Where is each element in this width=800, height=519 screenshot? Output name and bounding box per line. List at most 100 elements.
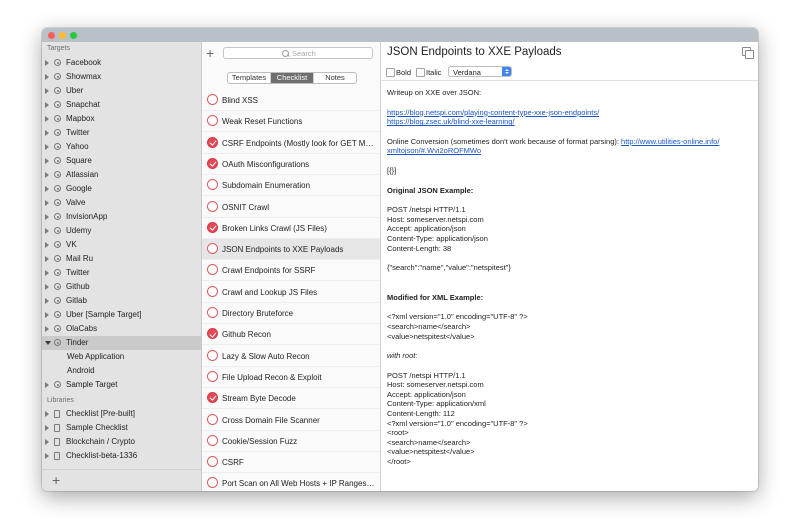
unchecked-circle-icon[interactable] (207, 243, 218, 255)
disclosure-icon[interactable] (45, 298, 49, 304)
bold-checkbox[interactable] (386, 68, 395, 77)
sidebar-target-item[interactable]: VK (42, 238, 201, 252)
checked-circle-icon[interactable] (207, 221, 218, 233)
sidebar-target-item[interactable]: InvisionApp (42, 210, 201, 224)
checklist-item[interactable]: JSON Endpoints to XXE Payloads (202, 239, 380, 261)
sidebar-target-item[interactable]: Udemy (42, 224, 201, 238)
unchecked-circle-icon[interactable] (207, 434, 218, 446)
disclosure-icon[interactable] (45, 439, 49, 445)
sidebar-library-item[interactable]: Checklist [Pre-built] (42, 407, 201, 421)
disclosure-icon[interactable] (45, 214, 49, 220)
disclosure-icon[interactable] (45, 425, 49, 431)
minimize-window-button[interactable] (59, 31, 66, 39)
checklist-item[interactable]: Subdomain Enumeration (202, 175, 380, 197)
add-target-button[interactable]: + (52, 473, 60, 487)
sidebar-subitem[interactable]: Web Application (42, 350, 201, 364)
checklist-item[interactable]: Directory Bruteforce (202, 303, 380, 324)
sidebar-target-item[interactable]: Tinder (42, 336, 201, 350)
disclosure-icon[interactable] (45, 411, 49, 417)
checklist-item[interactable]: Github Recon (202, 324, 380, 346)
disclosure-icon[interactable] (45, 158, 49, 164)
disclosure-icon[interactable] (45, 116, 49, 122)
unchecked-circle-icon[interactable] (207, 307, 218, 318)
unchecked-circle-icon[interactable] (207, 200, 218, 212)
checked-circle-icon[interactable] (207, 157, 218, 169)
sidebar-target-item[interactable]: Facebook (42, 56, 201, 70)
checklist-item[interactable]: File Upload Recon & Exploit (202, 367, 380, 388)
sidebar-library-item[interactable]: Checklist-beta-1336 (42, 449, 201, 463)
disclosure-icon[interactable] (45, 74, 49, 80)
unchecked-circle-icon[interactable] (207, 94, 218, 105)
disclosure-icon[interactable] (45, 60, 49, 66)
disclosure-icon[interactable] (45, 270, 49, 276)
link-zsec[interactable]: https://blog.zsec.uk/blind-xxe-learning/ (387, 117, 515, 126)
unchecked-circle-icon[interactable] (207, 349, 218, 361)
checklist-item[interactable]: Crawl Endpoints for SSRF (202, 260, 380, 282)
checked-circle-icon[interactable] (207, 392, 218, 404)
sidebar-target-item[interactable]: Twitter (42, 126, 201, 140)
disclosure-icon[interactable] (45, 102, 49, 108)
unchecked-circle-icon[interactable] (207, 285, 218, 297)
checklist-item[interactable]: Blind XSS (202, 90, 380, 111)
unchecked-circle-icon[interactable] (207, 264, 218, 276)
link-utilities-online-cont[interactable]: xmltojson/#.Wvi2oROFMWo (387, 146, 481, 155)
sidebar-target-item[interactable]: Atlassian (42, 168, 201, 182)
disclosure-icon[interactable] (45, 284, 49, 290)
checklist-item[interactable]: Crawl and Lookup JS Files (202, 282, 380, 303)
sidebar-target-item[interactable]: OlaCabs (42, 322, 201, 336)
disclosure-icon[interactable] (45, 256, 49, 262)
disclosure-icon[interactable] (45, 130, 49, 136)
link-netspi[interactable]: https://blog.netspi.com/playing-content-… (387, 108, 599, 117)
disclosure-open-icon[interactable] (45, 341, 51, 345)
tab-notes[interactable]: Notes (314, 73, 356, 83)
note-body[interactable]: Writeup on XXE over JSON: https://blog.n… (387, 88, 752, 467)
unchecked-circle-icon[interactable] (207, 179, 218, 191)
disclosure-icon[interactable] (45, 453, 49, 459)
sidebar-target-item[interactable]: Google (42, 182, 201, 196)
unchecked-circle-icon[interactable] (207, 115, 218, 127)
link-utilities-online[interactable]: http://www.utilities-online.info/ (621, 137, 719, 146)
font-select[interactable]: Verdana (448, 66, 512, 77)
checklist-item[interactable]: Port Scan on All Web Hosts + IP Ranges C… (202, 473, 380, 491)
checklist-item[interactable]: Lazy & Slow Auto Recon (202, 346, 380, 367)
add-checklist-item-button[interactable]: + (206, 46, 214, 60)
disclosure-icon[interactable] (45, 312, 49, 318)
checklist-item[interactable]: Stream Byte Decode (202, 388, 380, 410)
close-window-button[interactable] (48, 31, 55, 39)
sidebar-target-item[interactable]: Yahoo (42, 140, 201, 154)
sidebar-target-item[interactable]: Snapchat (42, 98, 201, 112)
checklist-item[interactable]: CSRF Endpoints (Mostly look for GET Meth… (202, 133, 380, 154)
sidebar-target-item[interactable]: Twitter (42, 266, 201, 280)
checklist-item[interactable]: Weak Reset Functions (202, 111, 380, 133)
tab-checklist[interactable]: Checklist (271, 73, 314, 83)
tab-templates[interactable]: Templates (228, 73, 271, 83)
disclosure-icon[interactable] (45, 186, 49, 192)
unchecked-circle-icon[interactable] (207, 370, 218, 382)
disclosure-icon[interactable] (45, 242, 49, 248)
sidebar-library-item[interactable]: Sample Checklist (42, 421, 201, 435)
disclosure-icon[interactable] (45, 200, 49, 206)
sidebar-target-item[interactable]: Mapbox (42, 112, 201, 126)
sidebar-target-item[interactable]: Gitlab (42, 294, 201, 308)
zoom-window-button[interactable] (70, 31, 77, 39)
disclosure-icon[interactable] (45, 172, 49, 178)
unchecked-circle-icon[interactable] (207, 456, 218, 468)
disclosure-icon[interactable] (45, 88, 49, 94)
sidebar-target-item[interactable]: Valve (42, 196, 201, 210)
copy-icon[interactable] (742, 47, 754, 59)
checklist-item[interactable]: CSRF (202, 452, 380, 474)
italic-checkbox[interactable] (416, 68, 425, 77)
sidebar-target-item[interactable]: Mail Ru (42, 252, 201, 266)
sidebar-target-item[interactable]: Github (42, 280, 201, 294)
checked-circle-icon[interactable] (207, 136, 218, 148)
sidebar-target-item[interactable]: Uber [Sample Target] (42, 308, 201, 322)
checklist-item[interactable]: OSNIT Crawl (202, 197, 380, 218)
sidebar-target-item[interactable]: Showmax (42, 70, 201, 84)
checklist-item[interactable]: Broken Links Crawl (JS Files) (202, 218, 380, 239)
search-input[interactable]: Search (223, 47, 373, 59)
disclosure-icon[interactable] (45, 326, 49, 332)
sidebar-library-item[interactable]: Blockchain / Crypto (42, 435, 201, 449)
disclosure-icon[interactable] (45, 228, 49, 234)
disclosure-icon[interactable] (45, 382, 49, 388)
disclosure-icon[interactable] (45, 144, 49, 150)
